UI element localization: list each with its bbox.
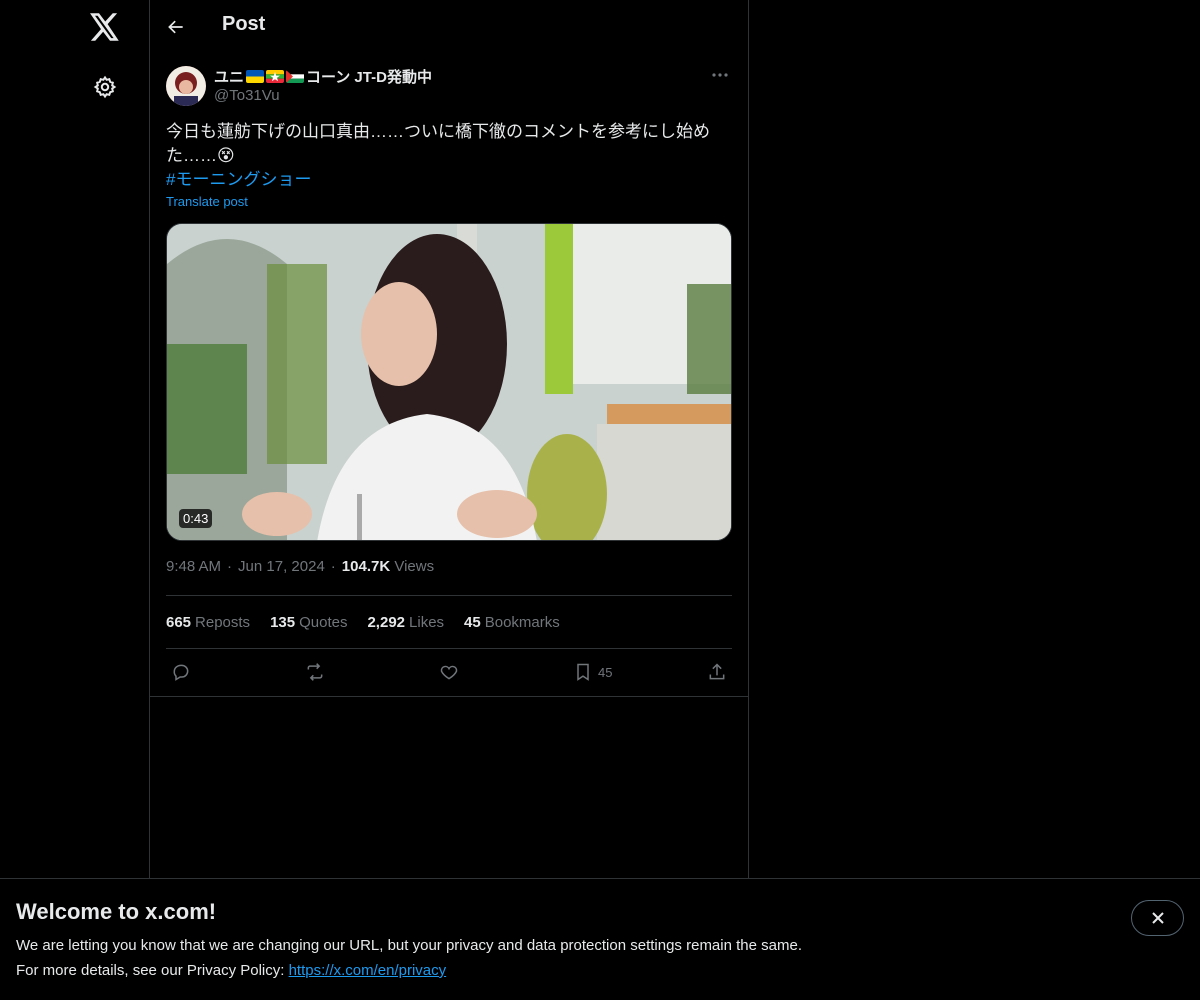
likes-count: 2,292 [367, 613, 406, 631]
bookmark-icon [577, 663, 589, 681]
video-thumbnail [167, 224, 731, 540]
share-icon [709, 663, 725, 680]
bookmarks-label: Bookmarks [484, 613, 560, 631]
repost-button[interactable] [304, 660, 326, 684]
banner-message: We are letting you know that we are chan… [16, 937, 802, 954]
more-options-icon[interactable] [708, 64, 732, 86]
post-author: ユニ コーン JT-D発動中 @To31Vu [166, 64, 732, 108]
post-text: 今日も蓮舫下げの山口真由……ついに橋下徹のコメントを参考にし始めた……😵 [166, 120, 732, 168]
share-button[interactable] [707, 660, 727, 684]
post-time[interactable]: 9:48 AM [166, 558, 221, 575]
reposts-count: 665 [166, 613, 192, 631]
user-handle[interactable]: @To31Vu [214, 87, 280, 104]
divider [150, 696, 748, 697]
reply-icon [173, 664, 189, 681]
reply-button[interactable] [171, 660, 191, 684]
main-column: Post ユニ コーン JT-D発動中 @To31Vu 今日も蓮舫下げの山口真由… [150, 0, 749, 1000]
views-label: Views [394, 558, 435, 575]
likes-stat[interactable]: 2,292 Likes [367, 614, 444, 631]
action-bar: 45 [166, 650, 732, 696]
palestine-flag-icon [286, 70, 305, 83]
back-arrow-icon[interactable] [162, 13, 190, 41]
views-count: 104.7K [341, 558, 391, 575]
meta-separator: · [330, 558, 336, 575]
post-meta: 9:48 AM · Jun 17, 2024 · 104.7K Views [166, 558, 434, 575]
meta-separator: · [227, 558, 233, 575]
repost-icon [307, 663, 323, 681]
nauseated-emoji-icon: 😵 [217, 146, 235, 165]
page-title: Post [222, 13, 266, 35]
quotes-label: Quotes [299, 613, 348, 631]
video-player[interactable]: 0:43 [166, 223, 732, 541]
post-header: Post [150, 0, 748, 54]
ukraine-flag-icon [246, 70, 265, 83]
bookmarks-stat[interactable]: 45 Bookmarks [464, 614, 560, 631]
close-banner-button[interactable] [1131, 900, 1184, 936]
bookmark-button[interactable]: 45 [574, 660, 612, 684]
post-date[interactable]: Jun 17, 2024 [238, 558, 325, 575]
settings-gear-icon[interactable] [91, 73, 119, 101]
banner-privacy-prefix: For more details, see our Privacy Policy… [16, 962, 289, 979]
welcome-banner: Welcome to x.com! We are letting you kno… [0, 878, 1200, 1000]
x-logo-icon[interactable] [89, 11, 121, 43]
like-button[interactable] [439, 660, 459, 684]
avatar[interactable] [166, 66, 206, 106]
banner-privacy-line: For more details, see our Privacy Policy… [16, 962, 446, 979]
post-body: 今日も蓮舫下げの山口真由……ついに橋下徹のコメントを参考にし始めた…… [166, 122, 710, 165]
reposts-stat[interactable]: 665 Reposts [166, 614, 250, 631]
left-nav [0, 0, 150, 1000]
bookmark-count: 45 [598, 664, 613, 680]
display-name-suffix: コーン JT-D発動中 [306, 69, 432, 86]
reposts-label: Reposts [195, 613, 251, 631]
video-duration: 0:43 [179, 509, 213, 528]
display-name-prefix: ユニ [214, 69, 245, 86]
display-name[interactable]: ユニ コーン JT-D発動中 [214, 66, 432, 87]
myanmar-flag-icon [266, 70, 285, 83]
heart-icon [440, 665, 458, 680]
hashtag-link[interactable]: #モーニングショー [166, 168, 311, 192]
quotes-count: 135 [270, 613, 296, 631]
quotes-stat[interactable]: 135 Quotes [270, 614, 347, 631]
translate-post-link[interactable]: Translate post [166, 194, 248, 209]
close-icon [1151, 912, 1164, 924]
post-stats: 665 Reposts 135 Quotes 2,292 Likes 45 Bookma… [166, 595, 732, 649]
bookmarks-count: 45 [464, 613, 481, 631]
privacy-policy-link[interactable]: https://x.com/en/privacy [289, 962, 447, 979]
banner-title: Welcome to x.com! [16, 899, 217, 924]
likes-label: Likes [409, 613, 445, 631]
